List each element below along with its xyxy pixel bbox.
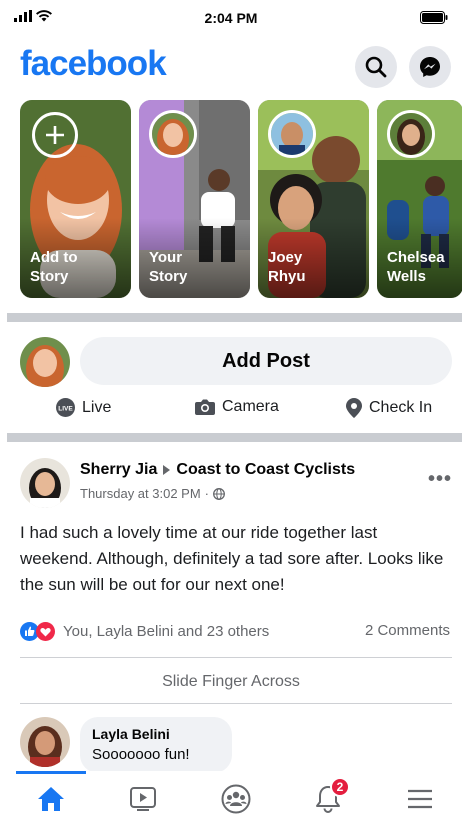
story-card-add[interactable]: Add to Story bbox=[20, 100, 131, 298]
meta-separator: · bbox=[204, 486, 210, 501]
comments-count-link[interactable]: 2 Comments bbox=[365, 622, 450, 639]
avatar bbox=[268, 110, 316, 158]
messenger-button[interactable] bbox=[409, 46, 451, 88]
live-icon: LIVE bbox=[56, 398, 75, 417]
battery-icon bbox=[420, 11, 448, 29]
post-body-text: I had such a lovely time at our ride tog… bbox=[20, 523, 444, 594]
messenger-icon bbox=[420, 57, 440, 77]
avatar[interactable] bbox=[20, 337, 70, 387]
watch-icon bbox=[130, 787, 156, 811]
app-header: facebook bbox=[0, 36, 462, 96]
check-in-button[interactable]: Check In bbox=[346, 398, 432, 418]
search-icon bbox=[365, 56, 387, 78]
nav-menu-tab[interactable] bbox=[402, 783, 438, 815]
notification-badge: 2 bbox=[330, 777, 350, 797]
comment-author[interactable]: Layla Belini bbox=[92, 726, 220, 742]
avatar[interactable] bbox=[20, 458, 70, 508]
story-label: Add to Story bbox=[30, 249, 78, 285]
live-label: Live bbox=[82, 398, 112, 416]
love-reaction-icon bbox=[36, 622, 55, 641]
nav-groups-tab[interactable] bbox=[218, 783, 254, 815]
groups-icon bbox=[221, 784, 251, 814]
slide-hint-text: Slide Finger Across bbox=[162, 673, 300, 690]
story-label: Chelsea Wells bbox=[387, 249, 445, 285]
add-story-button[interactable] bbox=[32, 112, 78, 158]
bottom-nav: 2 bbox=[0, 771, 462, 819]
camera-button[interactable]: Camera bbox=[195, 398, 279, 416]
story-card-your-story[interactable]: Your Story bbox=[139, 100, 250, 298]
post-group-name[interactable]: Coast to Coast Cyclists bbox=[176, 461, 355, 479]
avatar bbox=[387, 110, 435, 158]
post-header-title: Sherry Jia Coast to Coast Cyclists bbox=[80, 461, 355, 479]
live-button[interactable]: LIVE Live bbox=[56, 398, 111, 417]
nav-notifications-tab[interactable]: 2 bbox=[310, 777, 350, 815]
add-post-input[interactable]: Add Post bbox=[80, 337, 452, 385]
camera-icon bbox=[195, 399, 215, 415]
avatar bbox=[149, 110, 197, 158]
plus-icon bbox=[46, 126, 64, 144]
reactions-text: You, Layla Belini and 23 others bbox=[63, 623, 270, 640]
svg-text:LIVE: LIVE bbox=[58, 406, 73, 413]
post-meta: Thursday at 3:02 PM · bbox=[80, 486, 225, 501]
story-card-joey[interactable]: Joey Rhyu bbox=[258, 100, 369, 298]
caret-right-icon bbox=[163, 465, 171, 475]
comment-text: Sooooooo fun! bbox=[92, 746, 190, 763]
globe-icon bbox=[213, 487, 225, 500]
stories-tray: Add to Story Your Story Joey Rhyu Chelse… bbox=[20, 100, 462, 298]
section-divider bbox=[7, 433, 462, 442]
search-button[interactable] bbox=[355, 46, 397, 88]
menu-icon bbox=[408, 789, 432, 809]
divider-line bbox=[20, 703, 452, 704]
comment-bubble[interactable]: Layla Belini Sooooooo fun! bbox=[80, 717, 232, 773]
status-time: 2:04 PM bbox=[204, 10, 258, 26]
check-in-label: Check In bbox=[369, 399, 433, 416]
section-divider bbox=[7, 313, 462, 322]
location-pin-icon bbox=[346, 398, 362, 418]
active-tab-indicator bbox=[16, 771, 86, 774]
status-bar: 2:04 PM bbox=[0, 0, 462, 36]
story-label: Your Story bbox=[149, 249, 188, 285]
story-card-chelsea[interactable]: Chelsea Wells bbox=[377, 100, 462, 298]
camera-label: Camera bbox=[222, 398, 279, 415]
home-icon bbox=[38, 787, 64, 811]
nav-home-tab[interactable] bbox=[33, 783, 69, 815]
nav-watch-tab[interactable] bbox=[125, 783, 161, 815]
story-label: Joey Rhyu bbox=[268, 249, 306, 285]
avatar[interactable] bbox=[20, 717, 70, 767]
post-timestamp[interactable]: Thursday at 3:02 PM bbox=[80, 486, 201, 501]
facebook-logo[interactable]: facebook bbox=[20, 44, 167, 84]
post-author-name[interactable]: Sherry Jia bbox=[80, 461, 157, 479]
divider-line bbox=[20, 657, 452, 658]
reactions-summary[interactable]: You, Layla Belini and 23 others bbox=[20, 622, 269, 641]
more-options-icon[interactable]: ••• bbox=[428, 468, 452, 491]
